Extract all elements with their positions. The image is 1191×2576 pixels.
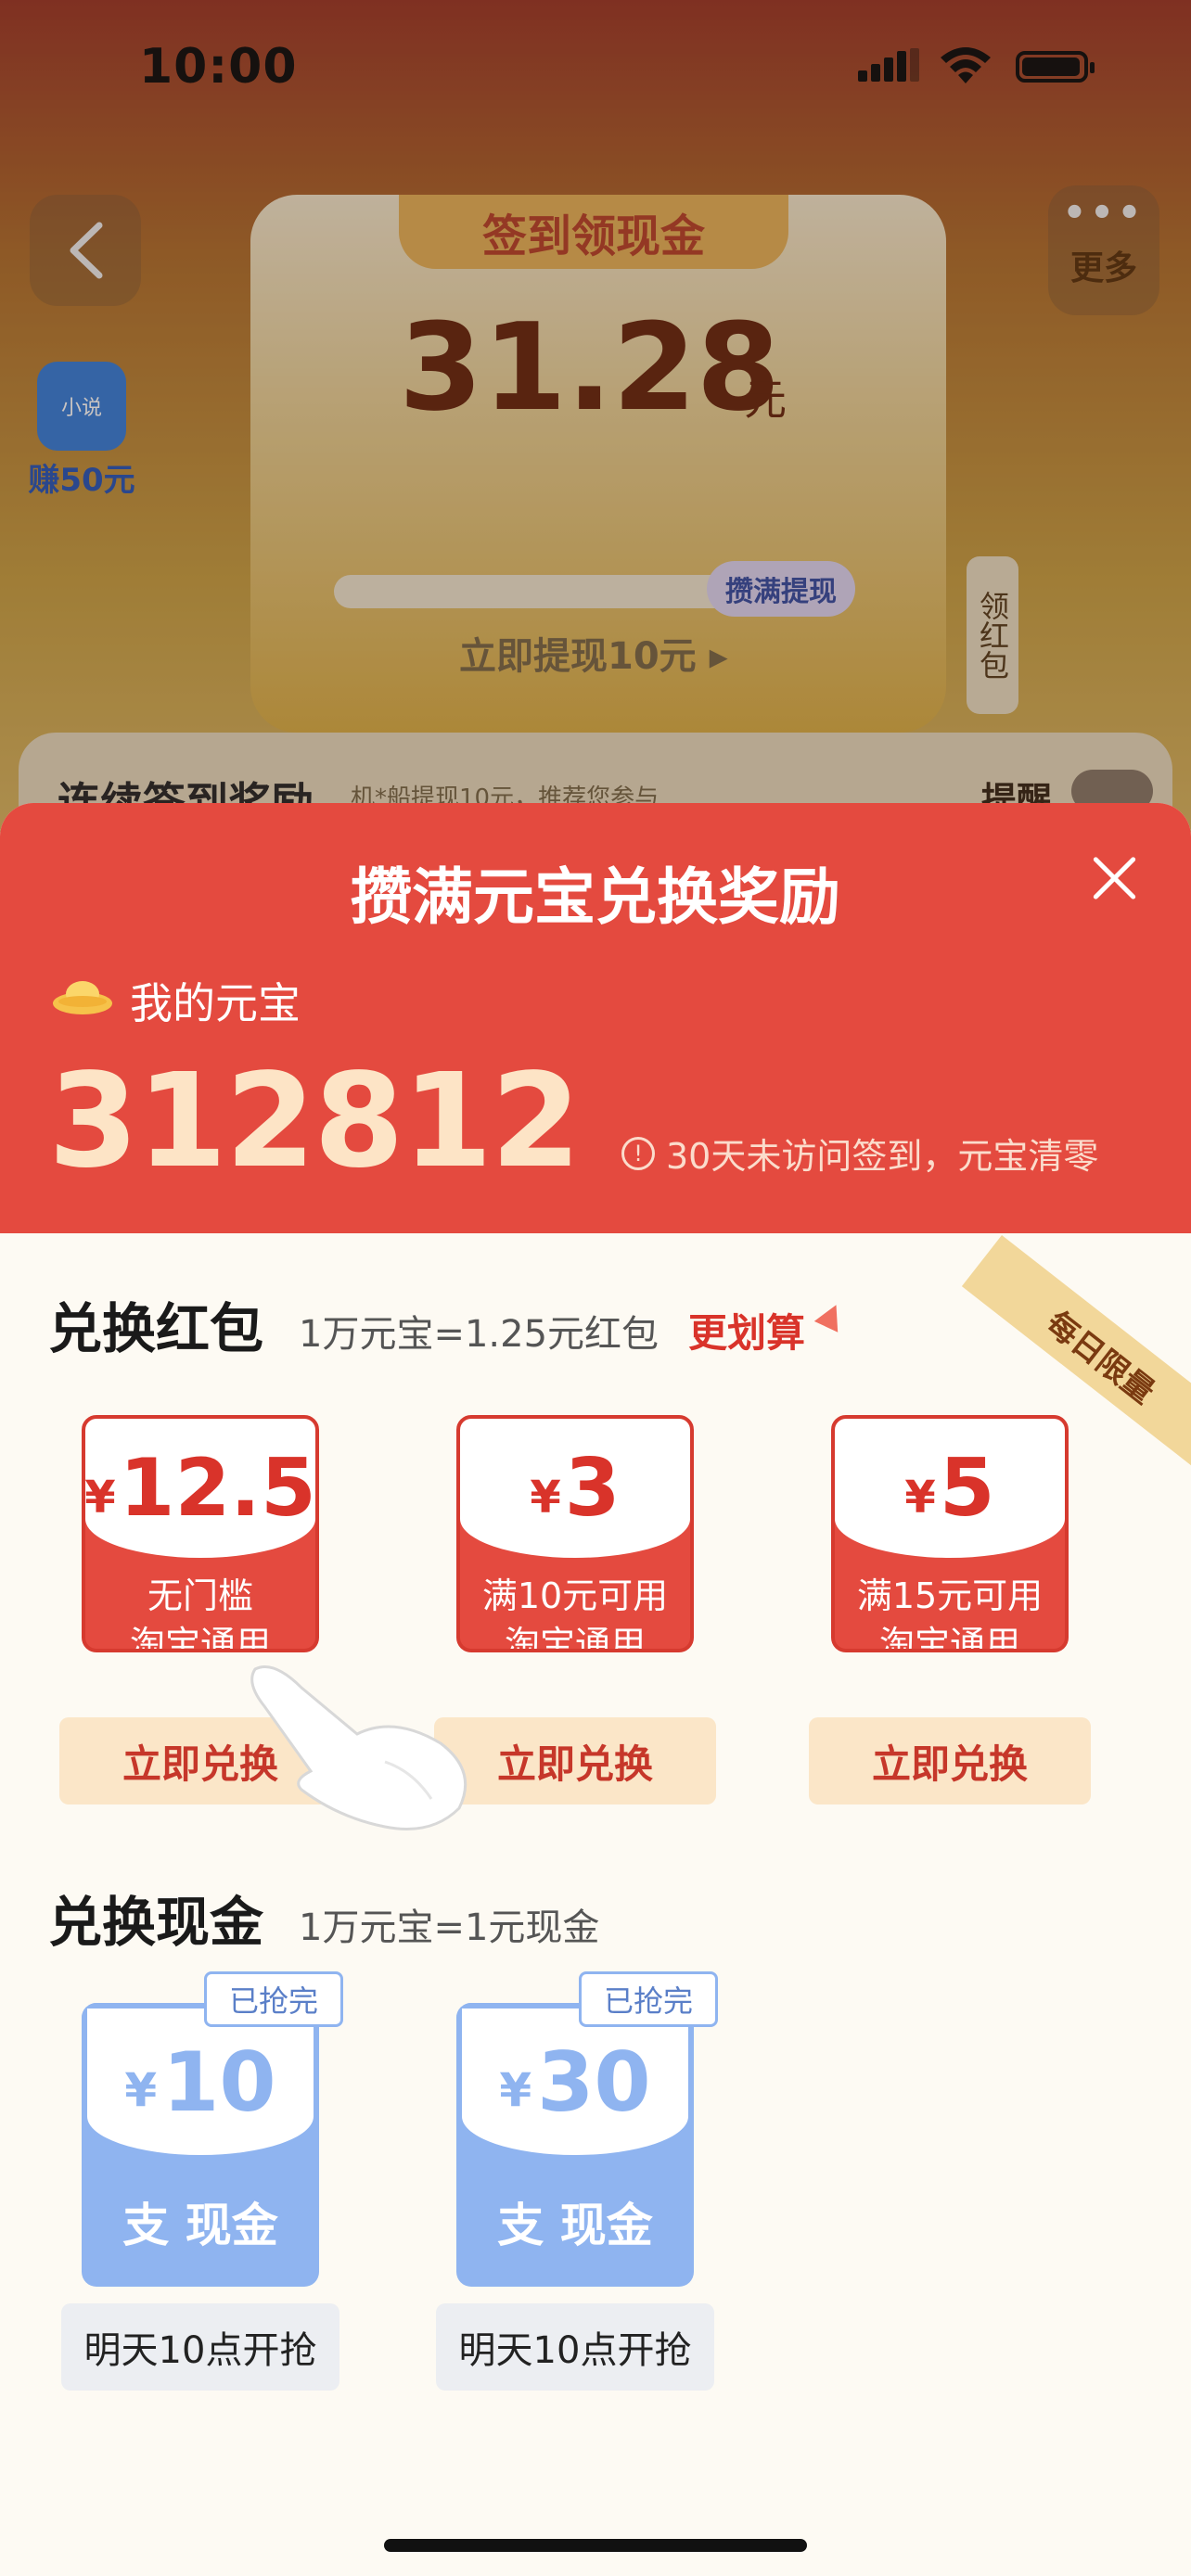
- coupon-value: ¥ 12.5: [85, 1419, 315, 1558]
- my-ingots-label: 我的元宝: [130, 978, 301, 1028]
- my-ingots-value: 312812: [48, 1046, 581, 1197]
- clear-warning: ! 30天未访问签到，元宝清零: [621, 1128, 1098, 1179]
- pointing-hand-icon: [250, 1665, 467, 1830]
- currency-symbol: ¥: [904, 1472, 936, 1524]
- exchange-modal: 攒满元宝兑换奖励 我的元宝 312812 ! 30天未访问签到，元宝清零 每日限…: [0, 803, 1191, 2576]
- coupon-scope: 淘宝通用: [504, 1624, 646, 1652]
- currency-symbol: ¥: [530, 1472, 561, 1524]
- better-deal-label: 更划算: [688, 1310, 806, 1356]
- cash-coupon[interactable]: ¥ 30 支 现金: [456, 2003, 694, 2287]
- arrow-up-icon: [813, 1299, 849, 1333]
- modal-title: 攒满元宝兑换奖励: [351, 861, 840, 933]
- coupon-scope: 淘宝通用: [129, 1624, 271, 1652]
- coupon-description: 满15元可用 淘宝通用: [835, 1572, 1065, 1652]
- coupon-value: ¥ 5: [835, 1419, 1065, 1558]
- home-indicator: [384, 2539, 807, 2552]
- coupon-description: 满10元可用 淘宝通用: [460, 1572, 690, 1652]
- warning-icon: !: [621, 1136, 655, 1170]
- modal-header: 攒满元宝兑换奖励 我的元宝 312812 ! 30天未访问签到，元宝清零: [0, 803, 1191, 1233]
- open-time-button[interactable]: 明天10点开抢: [436, 2303, 714, 2391]
- sold-out-tag: 已抢完: [204, 1971, 343, 2027]
- alipay-cash-label: 支 现金: [497, 2199, 653, 2252]
- coupon-amount: 12.5: [119, 1442, 316, 1535]
- warning-text: 30天未访问签到，元宝清零: [666, 1136, 1099, 1177]
- currency-symbol: ¥: [499, 2063, 532, 2117]
- redeem-button[interactable]: 立即兑换: [809, 1717, 1091, 1804]
- red-packet-section-title: 兑换红包: [48, 1297, 264, 1360]
- currency-symbol: ¥: [84, 1472, 116, 1524]
- close-icon[interactable]: [1085, 849, 1143, 907]
- red-packet-rate: 1万元宝=1.25元红包: [299, 1313, 660, 1356]
- cash-amount-value: 10: [162, 2034, 276, 2130]
- coupon-amount: 3: [564, 1442, 621, 1535]
- coupon-condition: 无门槛: [147, 1575, 253, 1616]
- coupon-value: ¥ 3: [460, 1419, 690, 1558]
- cash-amount-value: 30: [537, 2034, 651, 2130]
- alipay-cash-label: 支 现金: [122, 2199, 278, 2252]
- cash-coupon[interactable]: ¥ 10 支 现金: [82, 2003, 319, 2287]
- coupon-description: 无门槛 淘宝通用: [85, 1572, 315, 1652]
- red-packet-coupon[interactable]: ¥ 5 满15元可用 淘宝通用: [831, 1415, 1069, 1652]
- coupon-condition: 满15元可用: [856, 1575, 1044, 1616]
- coupon-condition: 满10元可用: [481, 1575, 669, 1616]
- cash-section-title: 兑换现金: [48, 1891, 264, 1954]
- sold-out-tag: 已抢完: [579, 1971, 718, 2027]
- ingot-icon: [53, 981, 112, 1014]
- red-packet-coupon[interactable]: ¥ 12.5 无门槛 淘宝通用: [82, 1415, 319, 1652]
- overlay-dim: [0, 0, 1191, 835]
- currency-symbol: ¥: [124, 2063, 158, 2117]
- coupon-amount: 5: [939, 1442, 995, 1535]
- coupon-scope: 淘宝通用: [878, 1624, 1020, 1652]
- red-packet-coupon[interactable]: ¥ 3 满10元可用 淘宝通用: [456, 1415, 694, 1652]
- cash-rate: 1万元宝=1元现金: [299, 1906, 600, 1949]
- open-time-button[interactable]: 明天10点开抢: [61, 2303, 339, 2391]
